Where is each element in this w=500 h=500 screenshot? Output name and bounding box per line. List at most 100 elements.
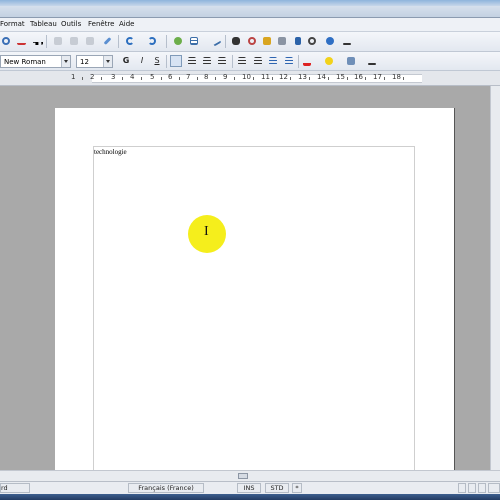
ruler-number: 6 <box>168 73 173 81</box>
bullets-icon[interactable] <box>252 55 264 67</box>
horizontal-scrollbar[interactable] <box>0 470 500 481</box>
gallery-icon[interactable] <box>261 35 273 47</box>
text-boundary: technologie I <box>93 146 415 476</box>
status-insert-mode[interactable]: INS <box>237 483 261 493</box>
menu-bar: Format Tableau Outils Fenêtre Aide <box>0 18 500 32</box>
ruler-tick <box>272 77 273 80</box>
toolbar-separator <box>46 35 47 48</box>
ruler-number: 7 <box>186 73 191 81</box>
view-single-icon[interactable] <box>458 483 466 493</box>
menu-aide[interactable]: Aide <box>119 20 134 28</box>
paste-icon[interactable] <box>84 35 96 47</box>
view-multi-icon[interactable] <box>468 483 476 493</box>
justify-icon[interactable] <box>216 55 228 67</box>
vertical-scrollbar[interactable] <box>490 86 500 470</box>
windows-taskbar <box>0 494 500 500</box>
toolbar-more-icon[interactable] <box>366 55 378 67</box>
status-selection-mode[interactable]: STD <box>265 483 289 493</box>
ruler-tick <box>309 77 310 80</box>
ruler-number: 10 <box>242 73 251 81</box>
cut-icon[interactable] <box>52 35 64 47</box>
ruler-tick <box>234 77 235 80</box>
document-page[interactable]: technologie I <box>55 108 454 476</box>
ruler-tick <box>141 77 142 80</box>
chevron-down-icon[interactable] <box>103 56 112 67</box>
status-page-info: rd <box>0 483 30 493</box>
toolbar-separator <box>225 35 226 48</box>
document-text[interactable]: technologie <box>94 148 127 156</box>
show-draw-icon[interactable] <box>210 35 222 47</box>
ruler-tick <box>328 77 329 80</box>
autospell-icon[interactable] <box>31 35 43 47</box>
brush-icon[interactable] <box>101 35 113 47</box>
help-icon[interactable] <box>324 35 336 47</box>
title-bar <box>0 0 500 18</box>
background-color-icon[interactable] <box>345 55 357 67</box>
zoom-page-icon[interactable] <box>0 35 12 47</box>
ruler-tick <box>161 77 162 80</box>
menu-fenetre[interactable]: Fenêtre <box>88 20 114 28</box>
increase-indent-icon[interactable] <box>283 55 295 67</box>
find-icon[interactable] <box>230 35 242 47</box>
italic-button[interactable]: I <box>136 55 148 67</box>
ruler-tick <box>253 77 254 80</box>
toolbar-separator <box>166 55 167 68</box>
ruler-tick <box>215 77 216 80</box>
zoom-slider[interactable] <box>488 483 500 493</box>
zoom-icon[interactable] <box>306 35 318 47</box>
datasource-icon[interactable] <box>276 35 288 47</box>
font-name-value: New Roman <box>4 58 46 66</box>
underline-button[interactable]: S <box>151 55 163 67</box>
table-icon[interactable] <box>188 35 200 47</box>
decrease-indent-icon[interactable] <box>267 55 279 67</box>
align-left-icon[interactable] <box>170 55 182 67</box>
toolbar-more-icon[interactable] <box>341 35 353 47</box>
bold-button[interactable]: G <box>120 55 132 67</box>
ruler-number: 11 <box>261 73 270 81</box>
nonprinting-icon[interactable] <box>292 35 304 47</box>
menu-format[interactable]: Format <box>0 20 25 28</box>
toolbar-separator <box>118 35 119 48</box>
align-right-icon[interactable] <box>201 55 213 67</box>
ruler-tick <box>101 77 102 80</box>
ruler-number: 1 <box>71 73 76 81</box>
spellcheck-icon[interactable] <box>15 35 27 47</box>
toolbar-separator <box>166 35 167 48</box>
redo-icon[interactable] <box>146 35 158 47</box>
ruler-number: 15 <box>336 73 345 81</box>
view-book-icon[interactable] <box>478 483 486 493</box>
ruler-number: 3 <box>111 73 116 81</box>
ruler-number: 14 <box>317 73 326 81</box>
numbering-icon[interactable] <box>236 55 248 67</box>
highlight-icon[interactable] <box>323 55 335 67</box>
copy-icon[interactable] <box>68 35 80 47</box>
font-size-combo[interactable]: 12 <box>76 55 113 68</box>
ruler-number: 17 <box>373 73 382 81</box>
chevron-down-icon[interactable] <box>61 56 70 67</box>
title-bar-edge <box>0 0 500 6</box>
text-cursor-icon: I <box>204 224 209 239</box>
menu-outils[interactable]: Outils <box>61 20 81 28</box>
ruler-number: 13 <box>298 73 307 81</box>
ruler-tick <box>365 77 366 80</box>
horizontal-ruler[interactable]: 1 2 3 4 5 6 7 8 9 10 11 12 13 14 15 16 17 18 <box>0 71 500 86</box>
status-bar: rd Français (France) INS STD * <box>0 481 500 494</box>
ruler-tick <box>403 77 404 80</box>
font-color-icon[interactable] <box>301 55 313 67</box>
document-workspace: technologie I <box>0 86 490 476</box>
menu-tableau[interactable]: Tableau <box>30 20 57 28</box>
scroll-grip[interactable] <box>238 473 248 479</box>
ruler-number: 18 <box>392 73 401 81</box>
ruler-number: 5 <box>150 73 155 81</box>
font-size-value: 12 <box>80 58 89 66</box>
navigator-icon[interactable] <box>246 35 258 47</box>
ruler-tick <box>197 77 198 80</box>
undo-icon[interactable] <box>124 35 136 47</box>
align-center-icon[interactable] <box>186 55 198 67</box>
toolbar-separator <box>232 55 233 68</box>
font-name-combo[interactable]: New Roman <box>0 55 71 68</box>
hyperlink-icon[interactable] <box>172 35 184 47</box>
status-language[interactable]: Français (France) <box>128 483 204 493</box>
standard-toolbar <box>0 32 500 52</box>
mouse-highlight: I <box>188 215 226 253</box>
